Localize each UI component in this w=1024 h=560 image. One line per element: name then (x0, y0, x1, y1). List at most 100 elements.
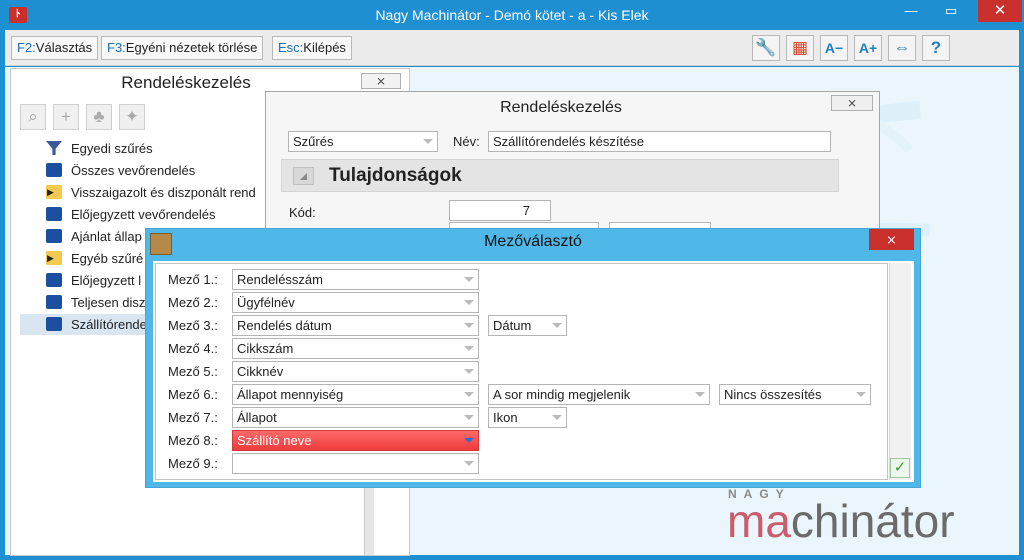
field-select[interactable]: Cikkszám (232, 338, 479, 359)
computer-icon (46, 273, 62, 287)
select-button[interactable]: F2:Választás (11, 36, 99, 60)
dialog-title: Rendeléskezelés (500, 99, 622, 116)
computer-icon (46, 207, 62, 221)
computer-icon (46, 163, 62, 177)
close-icon[interactable]: ✕ (978, 0, 1022, 22)
field-select[interactable]: Rendelés dátum (232, 315, 479, 336)
brand-ma: ma (727, 495, 791, 547)
dialog-scrollbar[interactable] (889, 263, 911, 480)
field-label: Mező 5.: (168, 364, 218, 379)
field-select[interactable]: Állapot mennyiség (232, 384, 479, 405)
field-label: Mező 4.: (168, 341, 218, 356)
computer-icon (46, 317, 62, 331)
shortcut-key: Esc: (278, 40, 304, 55)
format-value: Dátum (493, 318, 532, 333)
chevron-down-icon (552, 415, 562, 420)
visibility-select[interactable]: A sor mindig megjelenik (488, 384, 710, 405)
ok-button[interactable]: ✓ (890, 458, 910, 478)
minimize-icon[interactable]: — (894, 0, 928, 22)
maximize-icon[interactable]: ▭ (934, 0, 968, 22)
panel-title: Rendeléskezelés (121, 73, 251, 92)
clear-views-button[interactable]: F3:Egyéni nézetek törlése (101, 36, 264, 60)
field-label: Mező 7.: (168, 410, 218, 425)
summary-value: Nincs összesítés (724, 387, 822, 402)
field-label: Mező 8.: (168, 433, 218, 448)
field-value: Rendelés dátum (237, 318, 332, 333)
field-value: Szállító neve (237, 433, 312, 448)
pin-icon[interactable]: ✦ (119, 104, 145, 130)
tree-item-label: Egyéb szűré (71, 251, 144, 266)
field-label: Mező 2.: (168, 295, 218, 310)
field-value: Állapot (237, 410, 277, 425)
tree-item-label: Szállítórende (71, 317, 147, 332)
button-label: Választás (35, 40, 93, 55)
code-field[interactable]: 7 (449, 200, 551, 221)
dialog-title: Mezőválasztó (484, 233, 582, 250)
grid-icon[interactable]: ▦ (786, 35, 814, 61)
chevron-down-icon (464, 323, 474, 328)
brand-logo: machinátor (727, 494, 955, 548)
tree-item-custom-filter[interactable]: Egyedi szűrés (20, 138, 264, 159)
arrows-horizontal-icon[interactable]: ⇔ (888, 35, 916, 61)
properties-section: Tulajdonságok (281, 159, 839, 192)
section-title: Tulajdonságok (329, 165, 462, 186)
add-icon[interactable]: + (53, 104, 79, 130)
font-decrease-icon[interactable]: A− (820, 35, 848, 61)
brand-rest: chinátor (790, 495, 955, 547)
window-title: Nagy Machinátor - Demó kötet - a - Kis E… (375, 7, 649, 23)
close-icon[interactable]: ⨯ (869, 229, 914, 250)
chevron-down-icon (464, 461, 474, 466)
filter-icon (46, 141, 62, 155)
name-field[interactable]: Szállítórendelés készítése (488, 131, 831, 152)
tree-item-label: Összes vevőrendelés (71, 163, 196, 178)
wrench-icon[interactable]: 🔧 (752, 35, 780, 61)
dialog-close-icon[interactable]: ⨯ (831, 95, 873, 111)
tree-item-label: Teljesen disz (71, 295, 146, 310)
field-select[interactable]: Cikknév (232, 361, 479, 382)
filter-select-value: Szűrés (293, 134, 334, 149)
toolbar: F2:Választás F3:Egyéni nézetek törlése E… (5, 30, 1019, 66)
field-value: Cikknév (237, 364, 284, 379)
chevron-down-icon (423, 139, 433, 144)
tree-item-label: Visszaigazolt és diszponált rend (71, 185, 256, 200)
code-label: Kód: (289, 205, 316, 220)
chevron-down-icon (856, 392, 866, 397)
field-label: Mező 6.: (168, 387, 218, 402)
format-select[interactable]: Dátum (488, 315, 567, 336)
chevron-down-icon (695, 392, 705, 397)
help-icon[interactable]: ? (922, 35, 950, 61)
tree-item-reserved-orders[interactable]: Előjegyzett vevőrendelés (20, 204, 264, 225)
field-label: Mező 1.: (168, 272, 218, 287)
computer-icon (46, 229, 62, 243)
display-select[interactable]: Ikon (488, 407, 567, 428)
expand-arrow-icon[interactable]: ▶ (47, 248, 54, 269)
button-label: Egyéni nézetek törlése (125, 40, 258, 55)
chevron-down-icon (464, 300, 474, 305)
button-label: Kilépés (303, 40, 346, 55)
field-select-highlighted[interactable]: Szállító neve (232, 430, 479, 451)
chevron-down-icon (464, 369, 474, 374)
chevron-down-icon (464, 346, 474, 351)
tree-item-all-orders[interactable]: Összes vevőrendelés (20, 160, 264, 181)
collapse-toggle-icon[interactable] (293, 167, 314, 185)
field-select[interactable] (232, 453, 479, 474)
chevron-down-icon (464, 415, 474, 420)
filter-select[interactable]: Szűrés (288, 131, 438, 152)
tree-item-label: Ajánlat állap (71, 229, 142, 244)
name-label: Név: (453, 134, 480, 149)
tree-item-confirmed-orders[interactable]: ▶ Visszaigazolt és diszponált rend (20, 182, 264, 203)
exit-button[interactable]: Esc:Kilépés (272, 36, 352, 60)
chevron-down-icon (464, 277, 474, 282)
expand-arrow-icon[interactable]: ▶ (47, 182, 54, 203)
field-value: Cikkszám (237, 341, 294, 356)
font-increase-icon[interactable]: A+ (854, 35, 882, 61)
summary-select[interactable]: Nincs összesítés (719, 384, 871, 405)
tree-icon[interactable]: ♣ (86, 104, 112, 130)
search-icon[interactable]: ⌕ (20, 104, 46, 130)
computer-icon (46, 295, 62, 309)
field-select[interactable]: Állapot (232, 407, 479, 428)
field-select[interactable]: Rendelésszám (232, 269, 479, 290)
field-label: Mező 9.: (168, 456, 218, 471)
panel-close-icon[interactable]: ⨯ (361, 73, 401, 89)
field-select[interactable]: Ügyfélnév (232, 292, 479, 313)
